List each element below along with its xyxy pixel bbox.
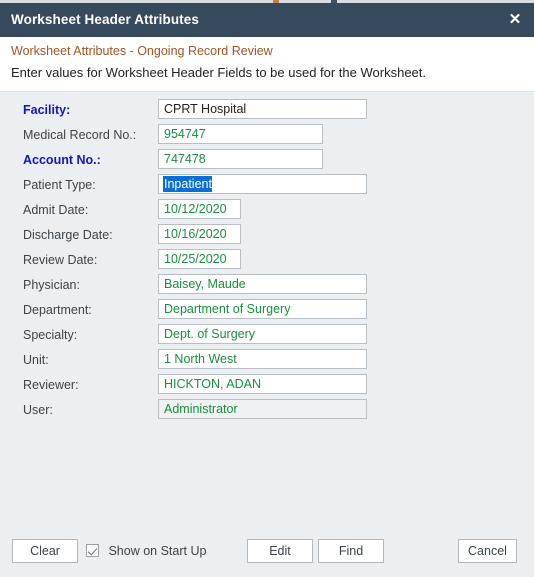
field-input: Administrator xyxy=(158,399,367,419)
field-input[interactable]: 1 North West xyxy=(158,349,367,369)
dialog-title: Worksheet Header Attributes xyxy=(11,12,199,27)
field-row: Facility: CPRT Hospital xyxy=(0,99,534,124)
field-label: Reviewer: xyxy=(23,378,79,392)
field-input[interactable]: HICKTON, ADAN xyxy=(158,374,367,394)
field-input[interactable]: Dept. of Surgery xyxy=(158,324,367,344)
field-row: Discharge Date: 10/16/2020 xyxy=(0,224,534,249)
field-label: Account No.: xyxy=(23,153,101,167)
field-input[interactable]: 10/25/2020 xyxy=(158,249,241,269)
field-input[interactable]: 10/16/2020 xyxy=(158,224,241,244)
field-row: Admit Date: 10/12/2020 xyxy=(0,199,534,224)
field-label: Physician: xyxy=(23,278,80,292)
field-label: User: xyxy=(23,403,53,417)
field-row: Specialty: Dept. of Surgery xyxy=(0,324,534,349)
field-label: Department: xyxy=(23,303,92,317)
field-label: Facility: xyxy=(23,103,71,117)
dialog-footer: Clear Show on Start Up Edit Find Cancel xyxy=(0,532,534,577)
field-label: Admit Date: xyxy=(23,203,89,217)
field-row: Patient Type: Inpatient xyxy=(0,174,534,199)
field-input[interactable]: 747478 xyxy=(158,149,323,169)
field-label: Patient Type: xyxy=(23,178,96,192)
field-row: Review Date: 10/25/2020 xyxy=(0,249,534,274)
selected-text: Inpatient xyxy=(163,176,212,192)
field-row: Account No.: 747478 xyxy=(0,149,534,174)
find-button[interactable]: Find xyxy=(318,539,384,563)
field-label: Medical Record No.: xyxy=(23,128,137,142)
dialog-intro-header: Worksheet Attributes - Ongoing Record Re… xyxy=(0,37,534,92)
worksheet-header-form: Facility: CPRT Hospital Medical Record No.… xyxy=(0,92,534,532)
field-input[interactable]: CPRT Hospital xyxy=(158,99,367,119)
dialog-subtitle: Worksheet Attributes - Ongoing Record Re… xyxy=(11,44,273,58)
field-label: Discharge Date: xyxy=(23,228,113,242)
cancel-button[interactable]: Cancel xyxy=(458,539,517,563)
field-row: Medical Record No.: 954747 xyxy=(0,124,534,149)
show-on-start-up-label: Show on Start Up xyxy=(108,543,207,558)
field-label: Specialty: xyxy=(23,328,78,342)
field-input[interactable]: Department of Surgery xyxy=(158,299,367,319)
dialog-instruction: Enter values for Worksheet Header Fields… xyxy=(11,65,427,80)
clear-button[interactable]: Clear xyxy=(12,539,78,563)
dialog-titlebar: Worksheet Header Attributes ✕ xyxy=(0,3,534,37)
field-input[interactable]: Baisey, Maude xyxy=(158,274,367,294)
field-row: Reviewer: HICKTON, ADAN xyxy=(0,374,534,399)
worksheet-header-attributes-dialog: Worksheet Header Attributes ✕ Worksheet … xyxy=(0,3,534,577)
field-input[interactable]: 954747 xyxy=(158,124,323,144)
close-icon[interactable]: ✕ xyxy=(503,9,527,31)
field-row: Physician: Baisey, Maude xyxy=(0,274,534,299)
field-row: Department: Department of Surgery xyxy=(0,299,534,324)
edit-button[interactable]: Edit xyxy=(247,539,313,563)
field-input[interactable]: Inpatient xyxy=(158,174,367,194)
field-input[interactable]: 10/12/2020 xyxy=(158,199,241,219)
field-label: Unit: xyxy=(23,353,49,367)
show-on-start-up-checkbox[interactable]: Show on Start Up xyxy=(86,542,206,560)
field-label: Review Date: xyxy=(23,253,98,267)
field-row: User: Administrator xyxy=(0,399,534,424)
checkmark-icon[interactable] xyxy=(86,544,99,558)
field-row: Unit: 1 North West xyxy=(0,349,534,374)
